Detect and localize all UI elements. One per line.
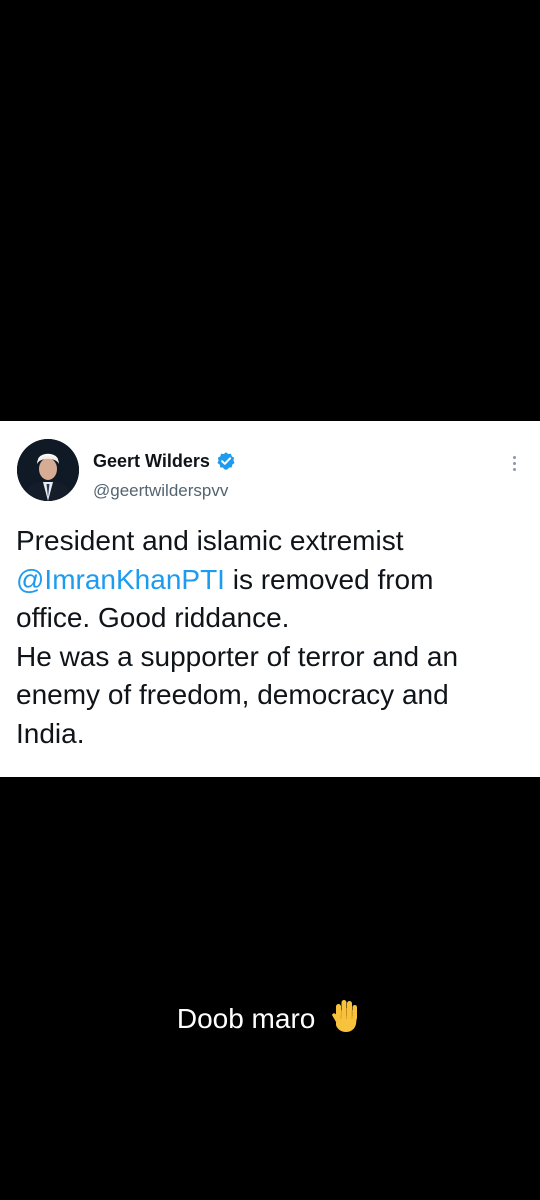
mention-link[interactable]: @ImranKhanPTI	[16, 564, 225, 595]
tweet-text-line: President and islamic extremist	[16, 525, 404, 556]
tweet-text-line: office. Good riddance.	[16, 602, 290, 633]
tweet-text-line: He was a supporter of terror and an	[16, 640, 459, 672]
more-options-button[interactable]	[504, 451, 524, 475]
verified-badge-icon	[216, 451, 236, 471]
caption-text: Doob maro	[176, 1003, 316, 1034]
tweet-text: President and islamic extremist @ImranKha…	[16, 522, 526, 753]
more-dot-icon	[512, 461, 516, 465]
author-display-name[interactable]: Geert Wilders	[93, 450, 210, 472]
raised-hand-icon	[329, 998, 363, 1034]
author-name-row: Geert Wilders	[93, 450, 236, 472]
tweet-text-line: is removed from	[224, 563, 434, 595]
tweet-text-line: India.	[16, 717, 85, 749]
tweet-card: Geert Wilders @geertwilderspvv President…	[0, 421, 540, 777]
author-handle[interactable]: @geertwilderspvv	[93, 481, 228, 501]
more-dot-icon	[512, 455, 516, 459]
tweet-text-line: enemy of freedom, democracy and	[16, 679, 449, 710]
avatar[interactable]	[17, 439, 79, 501]
caption: Doob maro	[0, 998, 540, 1039]
more-dot-icon	[512, 467, 516, 471]
avatar-image	[17, 439, 79, 501]
